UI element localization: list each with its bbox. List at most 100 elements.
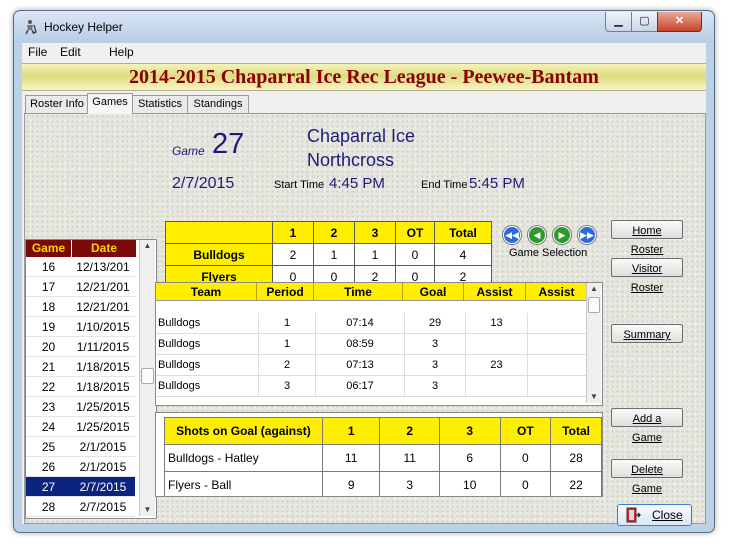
shots-row: Bulldogs - Hatley 11 11 6 0 28	[164, 444, 602, 472]
end-time-value: 5:45 PM	[469, 175, 525, 192]
menu-bar: File Edit Help	[22, 43, 706, 61]
menu-help[interactable]: Help	[109, 45, 134, 59]
game-date-cell: 1/11/2015	[71, 337, 135, 357]
previous-game-button[interactable]: ◀	[528, 226, 546, 244]
game-date-cell: 2/7/2015	[71, 497, 135, 517]
game-list-scrollbar[interactable]: ▲ ▼	[139, 240, 155, 516]
start-time-value: 4:45 PM	[329, 175, 385, 192]
game-list-row[interactable]: 24 1/25/2015	[26, 417, 156, 437]
goal-assist2-cell	[528, 376, 590, 397]
goals-header: Time	[314, 283, 403, 301]
shots-header: OT	[499, 417, 552, 445]
scroll-up-icon[interactable]: ▲	[587, 283, 601, 295]
goal-row[interactable]: Bulldogs 3 06:17 3	[156, 376, 590, 397]
game-list-row[interactable]: 23 1/25/2015	[26, 397, 156, 417]
menu-edit[interactable]: Edit	[60, 45, 81, 59]
tab-roster-info[interactable]: Roster Info	[25, 95, 89, 113]
tab-statistics[interactable]: Statistics	[131, 95, 189, 113]
summary-button[interactable]: Summary	[611, 324, 683, 343]
game-list-rows: 16 12/13/201 17 12/21/201 18 12/21/201 19 1/10/…	[26, 257, 156, 517]
game-list-row[interactable]: 18 12/21/201	[26, 297, 156, 317]
game-list-row[interactable]: 16 12/13/201	[26, 257, 156, 277]
game-date-cell: 2/7/2015	[71, 477, 135, 497]
goal-period-cell: 3	[259, 376, 316, 397]
game-date-cell: 1/10/2015	[71, 317, 135, 337]
scoreboard-corner	[165, 221, 273, 244]
home-roster-button[interactable]: Home Roster	[611, 220, 683, 256]
first-game-button[interactable]: ◀◀	[503, 226, 521, 244]
game-date-cell: 2/1/2015	[71, 457, 135, 477]
goal-assist1-cell: 23	[466, 355, 528, 376]
goal-team-cell: Bulldogs	[156, 355, 259, 376]
hockey-player-icon	[25, 20, 37, 35]
game-col-header: Game	[26, 240, 72, 257]
game-date-cell: 1/18/2015	[71, 377, 135, 397]
scoreboard-row: Bulldogs 2 1 1 0 4	[165, 243, 492, 266]
game-list-row[interactable]: 27 2/7/2015	[26, 477, 156, 497]
scoreboard-header: 2	[313, 221, 355, 244]
goals-header-row: Team Period Time Goal Assist Assist	[156, 283, 588, 301]
game-list-row[interactable]: 21 1/18/2015	[26, 357, 156, 377]
goal-goal-cell: 3	[405, 334, 466, 355]
start-time-label: Start Time	[274, 179, 325, 191]
game-list-row[interactable]: 20 1/11/2015	[26, 337, 156, 357]
game-list-row[interactable]: 19 1/10/2015	[26, 317, 156, 337]
shots-table: Shots on Goal (against) 1 2 3 OT Total B…	[164, 417, 602, 496]
exit-door-icon	[626, 507, 641, 523]
shots-cell: 11	[379, 444, 440, 472]
goal-row[interactable]: Bulldogs 1 08:59 3	[156, 334, 590, 355]
title-bar[interactable]: Hockey Helper ▁ ▢ ✕	[14, 11, 714, 43]
game-list-row[interactable]: 17 12/21/201	[26, 277, 156, 297]
minimize-button[interactable]: ▁	[605, 12, 632, 32]
menu-file[interactable]: File	[28, 45, 47, 59]
game-list-row[interactable]: 25 2/1/2015	[26, 437, 156, 457]
last-game-button[interactable]: ▶▶	[578, 226, 596, 244]
shots-goalie: Flyers - Ball	[164, 471, 323, 496]
scroll-thumb[interactable]	[588, 297, 600, 313]
game-list: Game Date 16 12/13/201 17 12/21/201 18 12/21/…	[25, 239, 157, 519]
add-game-button[interactable]: Add a Game	[611, 408, 683, 444]
last-arrow-icon: ▶▶	[580, 230, 594, 240]
first-arrow-icon: ◀◀	[505, 230, 519, 240]
shots-cell: 0	[499, 471, 552, 496]
goal-assist1-cell	[466, 376, 528, 397]
tab-standings[interactable]: Standings	[187, 95, 249, 113]
goal-time-cell: 07:13	[316, 355, 405, 376]
scroll-down-icon[interactable]: ▼	[140, 504, 155, 516]
scoreboard-cell: 2	[272, 243, 314, 266]
goal-period-cell: 1	[259, 313, 316, 334]
goals-grid: Team Period Time Goal Assist Assist Bull…	[155, 282, 603, 406]
goal-period-cell: 2	[259, 355, 316, 376]
window-close-button[interactable]: ✕	[657, 12, 702, 32]
game-number-cell: 22	[26, 377, 71, 397]
shots-cell: 22	[550, 471, 602, 496]
scroll-down-icon[interactable]: ▼	[587, 391, 601, 403]
shots-cell: 6	[438, 444, 501, 472]
window-title: Hockey Helper	[44, 20, 123, 34]
game-date-cell: 1/18/2015	[71, 357, 135, 377]
date-col-header: Date	[72, 240, 137, 257]
visitor-roster-button[interactable]: Visitor Roster	[611, 258, 683, 294]
delete-game-button[interactable]: Delete Game	[611, 459, 683, 495]
minimize-icon: ▁	[614, 15, 623, 27]
goals-scrollbar[interactable]: ▲ ▼	[586, 283, 601, 403]
game-number-cell: 23	[26, 397, 71, 417]
scroll-thumb[interactable]	[141, 368, 154, 384]
shots-cell: 0	[499, 444, 552, 472]
goal-row[interactable]: Bulldogs 2 07:13 3 23	[156, 355, 590, 376]
game-number-cell: 17	[26, 277, 71, 297]
goal-assist1-cell: 13	[466, 313, 528, 334]
game-list-row[interactable]: 28 2/7/2015	[26, 497, 156, 517]
goal-row[interactable]: Bulldogs 1 07:14 29 13	[156, 313, 590, 334]
maximize-button[interactable]: ▢	[631, 12, 658, 32]
goal-assist1-cell	[466, 334, 528, 355]
game-list-row[interactable]: 26 2/1/2015	[26, 457, 156, 477]
scroll-up-icon[interactable]: ▲	[140, 240, 155, 252]
next-game-button[interactable]: ▶	[553, 226, 571, 244]
shots-cell: 10	[438, 471, 501, 496]
close-button[interactable]: Close	[617, 504, 692, 526]
tab-games[interactable]: Games	[87, 93, 133, 114]
game-list-row[interactable]: 22 1/18/2015	[26, 377, 156, 397]
shots-row: Flyers - Ball 9 3 10 0 22	[164, 471, 602, 496]
goal-assist2-cell	[528, 313, 590, 334]
